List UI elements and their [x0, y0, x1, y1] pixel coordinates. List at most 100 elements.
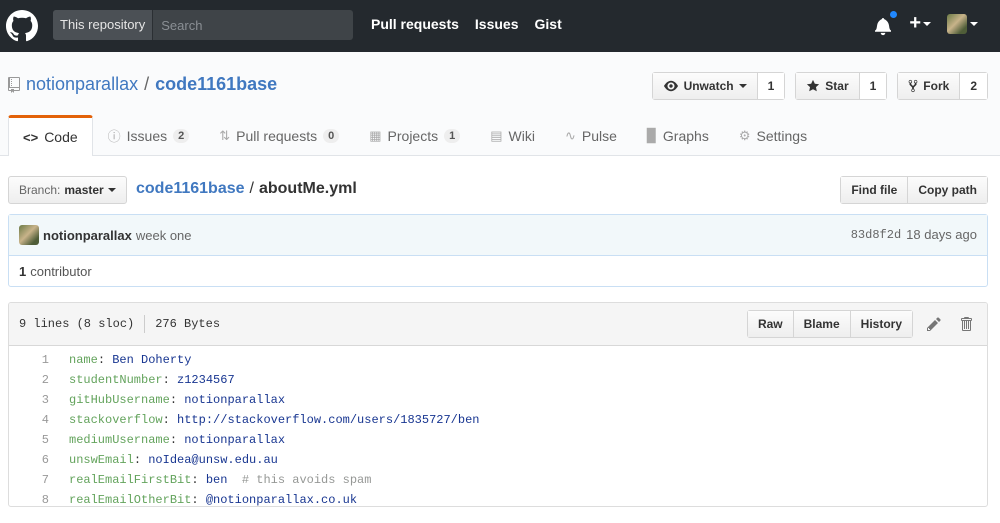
- branch-select-button[interactable]: Branch: master: [8, 176, 127, 204]
- copy-path-button[interactable]: Copy path: [907, 177, 987, 203]
- line-content: realEmailFirstBit: ben # this avoids spa…: [49, 473, 371, 487]
- breadcrumb-repo-link[interactable]: code1161base: [136, 180, 245, 198]
- avatar[interactable]: [19, 225, 39, 245]
- yaml-colon: :: [133, 453, 149, 467]
- commit-message-link[interactable]: week one: [136, 228, 192, 243]
- yaml-value: http://stackoverflow.com/users/1835727/b…: [177, 413, 480, 427]
- line-content: studentNumber: z1234567: [49, 373, 235, 387]
- yaml-key: realEmailOtherBit: [69, 493, 192, 507]
- tab-issues[interactable]: ⓘ Issues 2: [93, 115, 205, 155]
- blame-button[interactable]: Blame: [792, 311, 850, 337]
- code-line: 6 unswEmail: noIdea@unsw.edu.au: [9, 450, 987, 470]
- line-number[interactable]: 4: [9, 413, 49, 427]
- commit-tease: notionparallax week one 83d8f2d 18 days …: [9, 215, 987, 256]
- commit-time: 18 days ago: [906, 226, 977, 242]
- nav-gist[interactable]: Gist: [535, 16, 562, 32]
- pull-request-icon: ⇅: [219, 127, 231, 143]
- star-icon: [807, 79, 820, 92]
- project-icon: ▦: [369, 127, 382, 143]
- create-new-button[interactable]: +: [909, 12, 931, 35]
- trash-icon: [961, 317, 972, 331]
- file-view-buttons: Raw Blame History: [746, 310, 913, 338]
- yaml-key: studentNumber: [69, 373, 163, 387]
- tab-label: Graphs: [662, 127, 709, 144]
- commit-sha-link[interactable]: 83d8f2d: [851, 227, 901, 244]
- yaml-value: @notionparallax.co.uk: [205, 493, 358, 507]
- repo-actions: Unwatch 1 Star 1 Fork 2: [651, 72, 988, 100]
- find-file-button[interactable]: Find file: [841, 177, 908, 203]
- contributors-count: 1: [19, 264, 27, 279]
- stars-count[interactable]: 1: [859, 73, 887, 99]
- file-size: 276 Bytes: [155, 317, 221, 331]
- projects-counter: 1: [444, 128, 461, 143]
- line-number[interactable]: 7: [9, 473, 49, 487]
- watchers-count[interactable]: 1: [757, 73, 785, 99]
- line-number[interactable]: 8: [9, 493, 49, 506]
- line-number[interactable]: 1: [9, 353, 49, 367]
- nav-pull-requests[interactable]: Pull requests: [371, 16, 459, 32]
- tab-graphs[interactable]: ▉ Graphs: [632, 115, 724, 155]
- branch-name: master: [64, 183, 104, 197]
- yaml-value: z1234567: [177, 373, 235, 387]
- divider: [144, 315, 146, 333]
- gear-icon: ⚙: [738, 127, 751, 143]
- repo-tabs: <> Code ⓘ Issues 2 ⇅ Pull requests 0 ▦ P…: [8, 115, 822, 156]
- star-button[interactable]: Star: [796, 73, 860, 99]
- user-menu-button[interactable]: [947, 13, 978, 34]
- notification-indicator: [889, 9, 899, 19]
- search-input[interactable]: [153, 10, 353, 40]
- branch-prefix: Branch:: [19, 183, 61, 197]
- tab-label: Wiki: [508, 127, 535, 144]
- edit-file-button[interactable]: [923, 313, 945, 335]
- tab-pull-requests[interactable]: ⇅ Pull requests 0: [204, 115, 354, 155]
- tab-settings[interactable]: ⚙ Settings: [724, 115, 822, 155]
- github-logo-icon[interactable]: [6, 10, 38, 42]
- unwatch-button[interactable]: Unwatch: [652, 73, 758, 99]
- code-lines: 1 name: Ben Doherty 2 studentNumber: z12345…: [9, 346, 987, 507]
- repo-owner-link[interactable]: notionparallax: [26, 74, 138, 95]
- tab-pulse[interactable]: ∿ Pulse: [550, 115, 632, 155]
- line-number[interactable]: 3: [9, 393, 49, 407]
- tab-wiki[interactable]: ▤ Wiki: [475, 115, 550, 155]
- nav-issues[interactable]: Issues: [475, 16, 519, 32]
- repo-title: notionparallax / code1161base: [8, 74, 277, 95]
- line-content: realEmailOtherBit: @notionparallax.co.uk: [49, 493, 358, 507]
- yaml-colon: :: [191, 493, 206, 507]
- fork-group: Fork 2: [897, 72, 988, 100]
- plus-icon: +: [909, 12, 921, 34]
- breadcrumb: code1161base / aboutMe.yml: [136, 180, 357, 198]
- chevron-down-icon: [923, 21, 931, 26]
- yaml-key: gitHubUsername: [69, 393, 170, 407]
- delete-file-button[interactable]: [955, 313, 977, 335]
- file-actions: Raw Blame History: [746, 310, 977, 338]
- line-number[interactable]: 2: [9, 373, 49, 387]
- breadcrumb-separator: /: [249, 180, 254, 197]
- code-line: 1 name: Ben Doherty: [9, 350, 987, 370]
- history-button[interactable]: History: [849, 311, 912, 337]
- tab-projects[interactable]: ▦ Projects 1: [354, 115, 475, 155]
- forks-count[interactable]: 2: [960, 73, 987, 99]
- file-nav-actions: Find file Copy path: [840, 176, 988, 204]
- line-content: stackoverflow: http://stackoverflow.com/…: [49, 413, 479, 427]
- commit-author-link[interactable]: notionparallax: [43, 228, 132, 243]
- yaml-value: noIdea@unsw.edu.au: [148, 453, 278, 467]
- line-content: name: Ben Doherty: [49, 353, 191, 367]
- fork-button[interactable]: Fork: [898, 73, 961, 99]
- yaml-key: stackoverflow: [69, 413, 163, 427]
- code-line: 2 studentNumber: z1234567: [9, 370, 987, 390]
- line-number[interactable]: 5: [9, 433, 49, 447]
- file-header: 9 lines (8 sloc) 276 Bytes Raw Blame His…: [9, 303, 987, 346]
- yaml-key: name: [69, 353, 98, 367]
- contributors-link[interactable]: 1 contributor: [9, 256, 987, 287]
- tab-label: Settings: [756, 127, 808, 144]
- yaml-key: realEmailFirstBit: [69, 473, 192, 487]
- line-content: mediumUsername: notionparallax: [49, 433, 285, 447]
- tab-code[interactable]: <> Code: [8, 115, 93, 156]
- notifications-button[interactable]: [875, 9, 899, 35]
- yaml-value: notionparallax: [184, 393, 286, 407]
- repo-name-link[interactable]: code1161base: [155, 74, 277, 95]
- yaml-value: notionparallax: [184, 433, 286, 447]
- graph-icon: ▉: [646, 127, 657, 143]
- raw-button[interactable]: Raw: [747, 311, 793, 337]
- line-number[interactable]: 6: [9, 453, 49, 467]
